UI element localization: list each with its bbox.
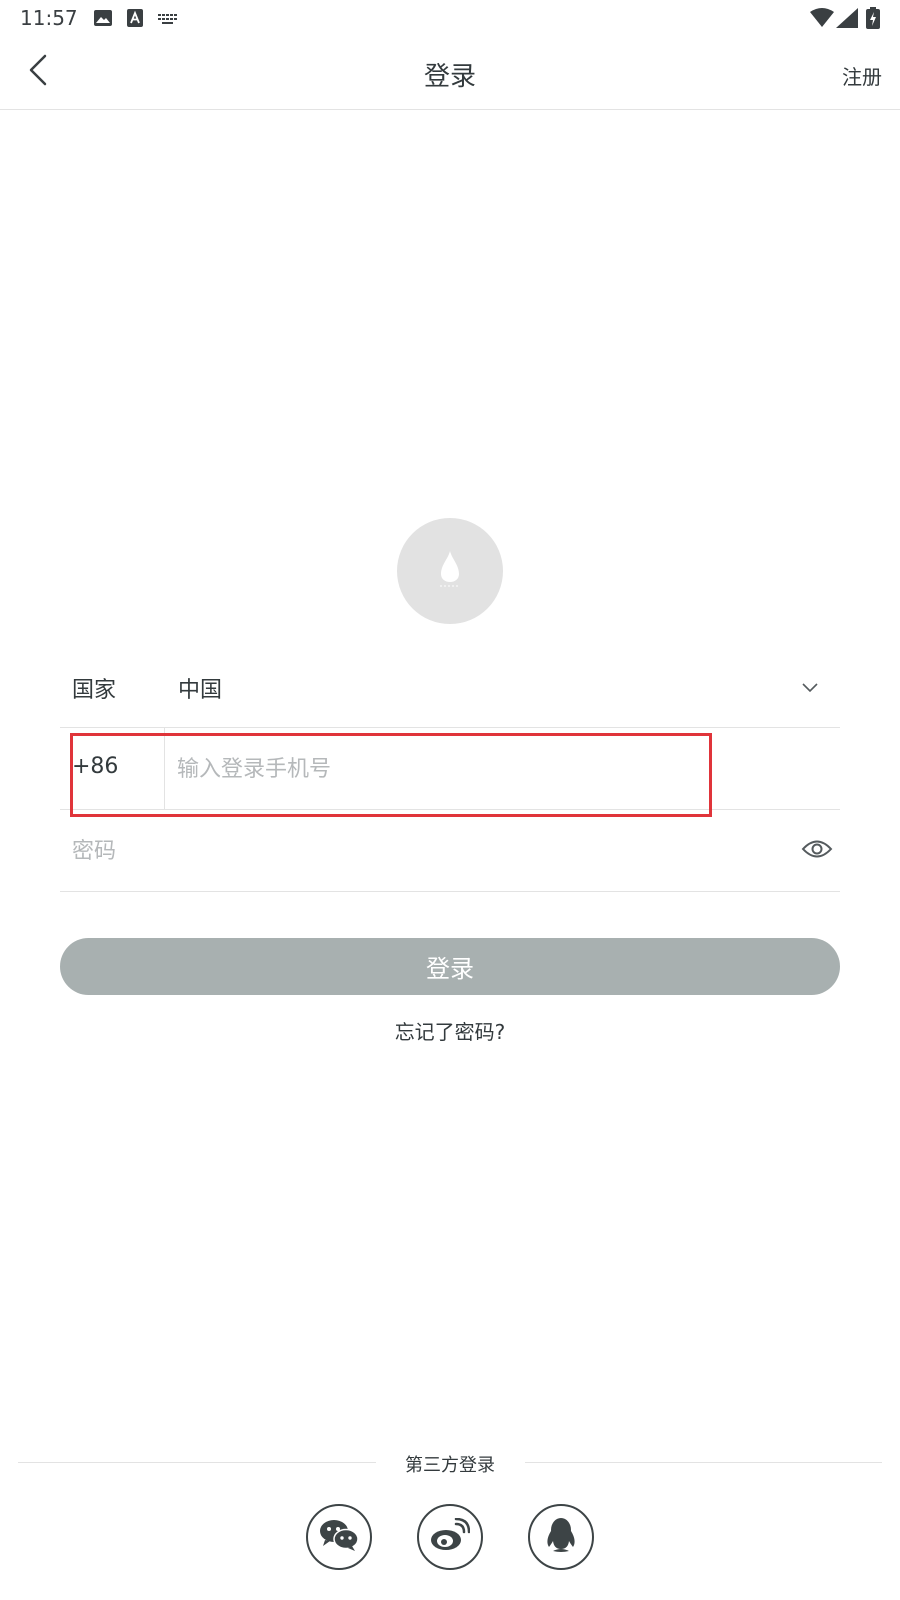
qq-login-button[interactable] xyxy=(528,1504,594,1570)
photo-icon xyxy=(93,9,113,31)
country-selector[interactable]: 国家 中国 xyxy=(60,646,840,728)
divider xyxy=(525,1462,882,1463)
forgot-password-link[interactable]: 忘记了密码? xyxy=(0,1016,900,1045)
battery-icon xyxy=(866,7,880,33)
divider xyxy=(164,728,165,810)
eye-icon xyxy=(801,838,833,864)
password-input[interactable] xyxy=(72,828,752,874)
login-button[interactable]: 登录 xyxy=(60,938,840,995)
wifi-icon xyxy=(810,8,834,32)
wechat-login-button[interactable] xyxy=(306,1504,372,1570)
app-header: 登录 注册 xyxy=(0,36,900,110)
a-icon xyxy=(127,9,143,31)
chevron-down-icon xyxy=(802,678,818,697)
phone-input[interactable] xyxy=(177,746,737,792)
weibo-icon xyxy=(430,1517,471,1556)
phone-country-code[interactable]: +86 xyxy=(72,754,118,779)
status-time: 11:57 xyxy=(20,6,78,30)
status-bar: 11:57 xyxy=(0,0,900,36)
register-link[interactable]: 注册 xyxy=(842,61,882,90)
qq-icon xyxy=(544,1517,578,1557)
country-value: 中国 xyxy=(178,678,223,703)
password-row xyxy=(60,810,840,892)
flame-icon xyxy=(435,549,465,593)
keyboard-icon xyxy=(158,11,178,30)
page-title: 登录 xyxy=(423,62,476,92)
phone-row: +86 xyxy=(60,728,840,810)
show-password-button[interactable] xyxy=(800,836,834,866)
country-label: 国家 xyxy=(72,678,117,703)
signal-icon xyxy=(836,8,858,32)
app-logo xyxy=(397,518,503,624)
wechat-icon xyxy=(319,1518,359,1556)
third-party-title: 第三方登录 xyxy=(405,1455,495,1476)
weibo-login-button[interactable] xyxy=(417,1504,483,1570)
